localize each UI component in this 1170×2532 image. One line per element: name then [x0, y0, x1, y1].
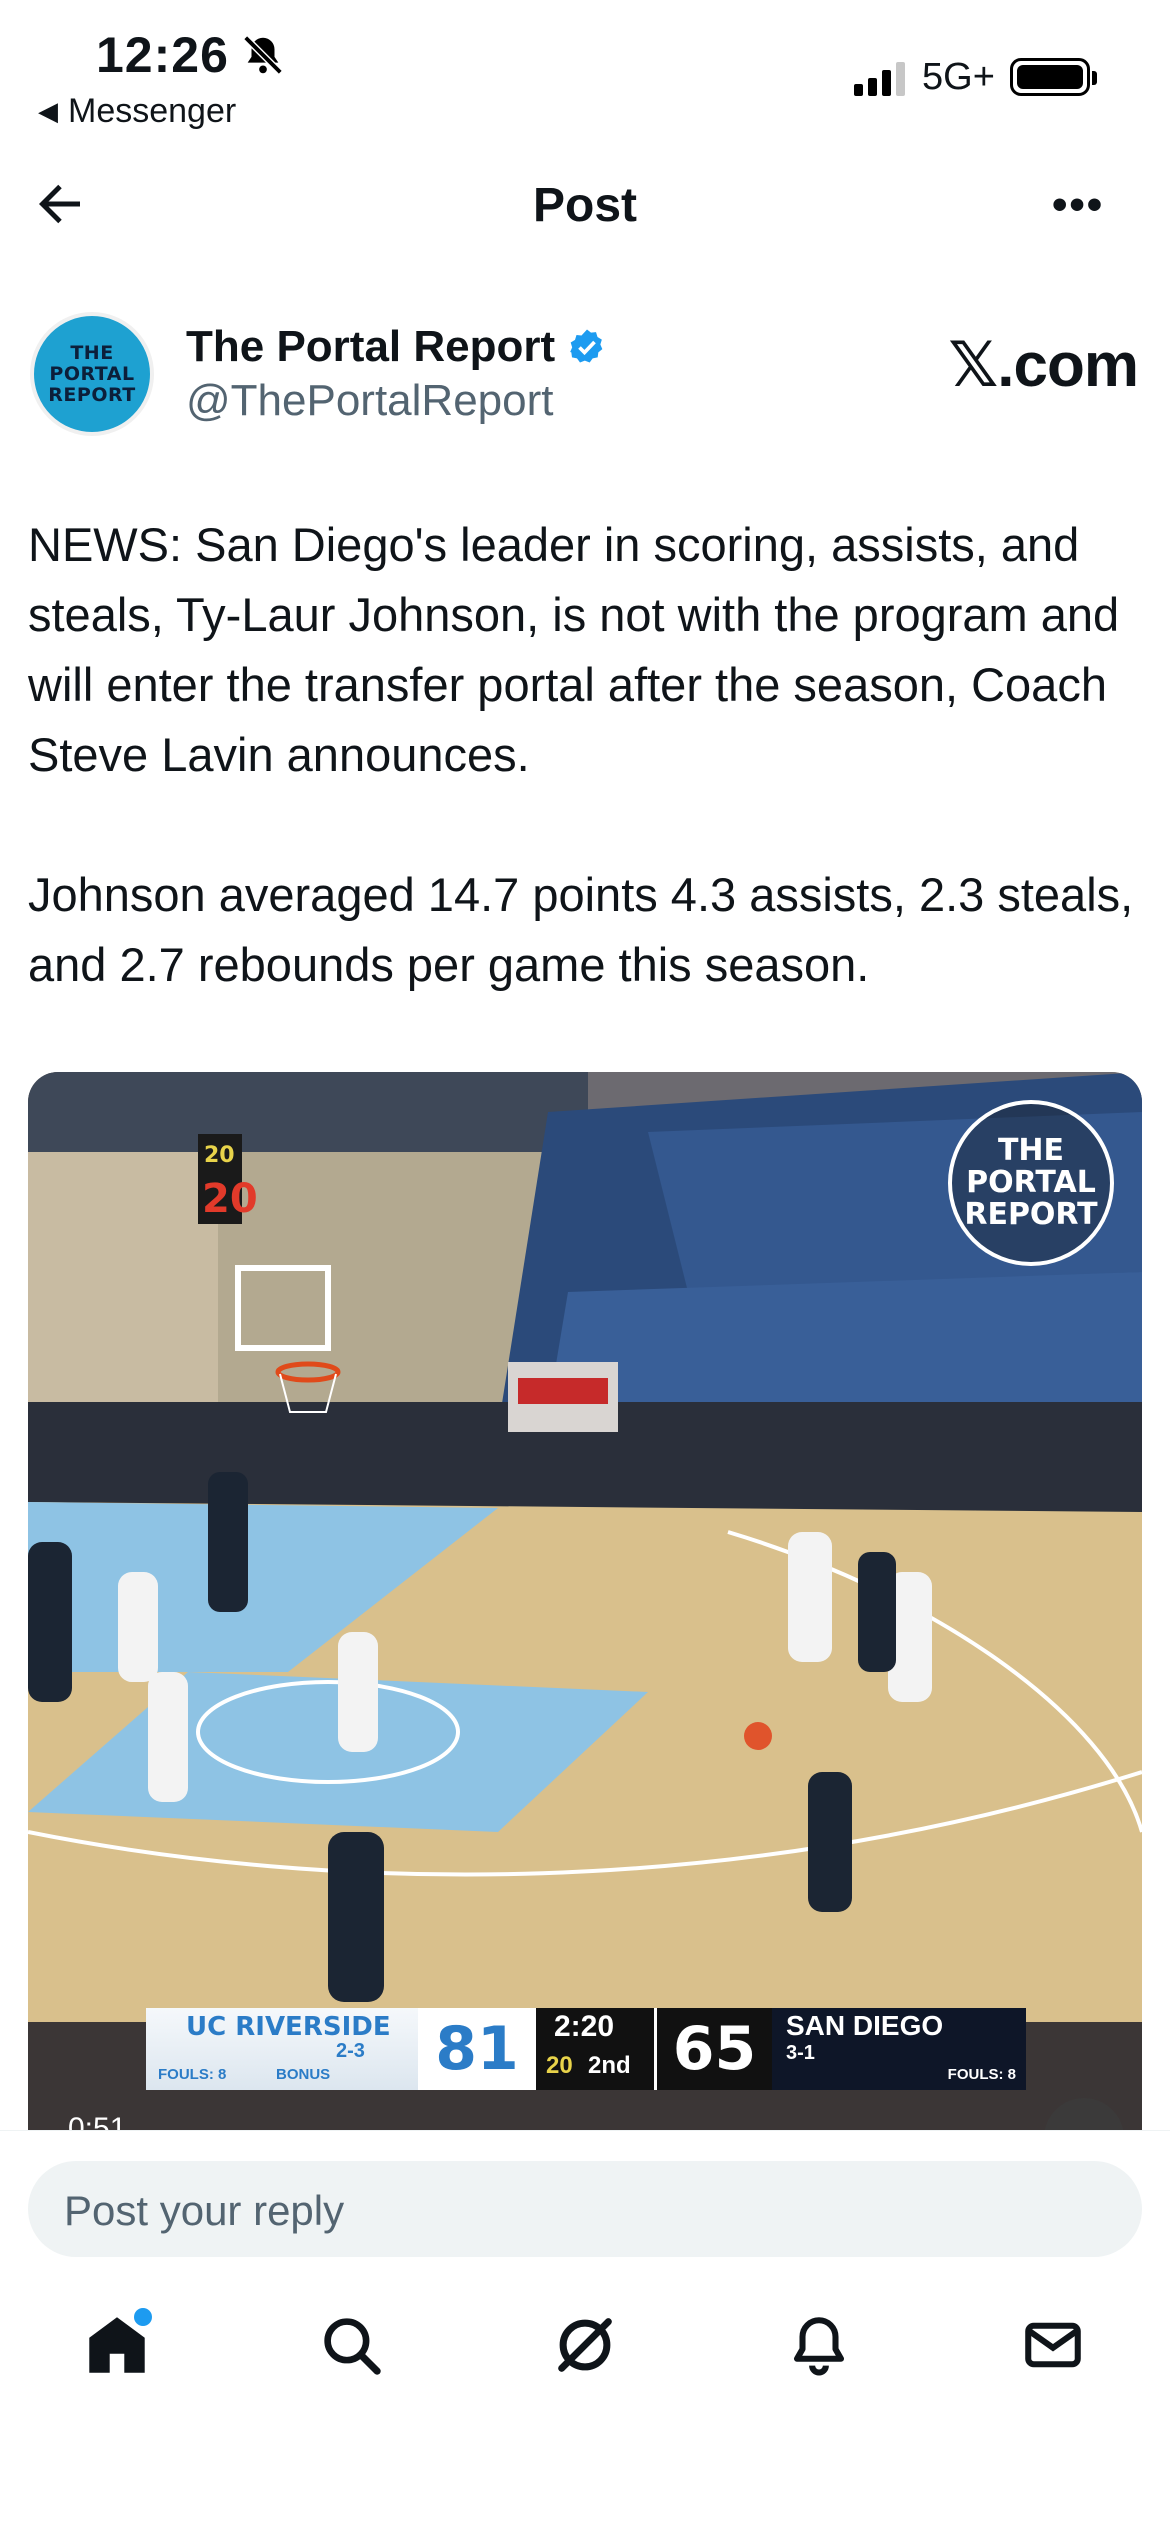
scoreboard: UC RIVERSIDE 2-3 FOULS: 8 BONUS 81 2:20 …: [146, 2008, 1026, 2090]
post-paragraph: NEWS: San Diego's leader in scoring, ass…: [28, 518, 1120, 781]
post-text: NEWS: San Diego's leader in scoring, ass…: [28, 510, 1138, 1070]
page-title: Post: [532, 179, 637, 232]
team1-name: UC RIVERSIDE: [186, 2012, 391, 2042]
status-bar: 12:26 ◀ Messenger 5G+: [0, 0, 1170, 140]
notifications-icon[interactable]: [774, 2300, 864, 2390]
post-author: THE PORTAL REPORT The Portal Report @The…: [28, 312, 1148, 442]
scoreboard-team1: UC RIVERSIDE 2-3 FOULS: 8 BONUS: [146, 2008, 418, 2090]
reply-placeholder: Post your reply: [64, 2187, 345, 2234]
watermark-line: PORTAL: [966, 1165, 1096, 1200]
battery-icon: [1010, 58, 1097, 96]
verified-badge-icon: [570, 329, 603, 363]
watermark-line: REPORT: [964, 1197, 1098, 1232]
reply-bar: Post your reply: [0, 2130, 1170, 2260]
status-time: 12:26: [96, 27, 229, 83]
author-handle[interactable]: @ThePortalReport: [186, 376, 554, 426]
shot-clock: 20: [202, 1176, 258, 1222]
game-clock: 2:20 20 2nd: [536, 2008, 654, 2090]
source-label: 𝕏.com: [948, 331, 1139, 400]
team1-record: 2-3: [336, 2040, 365, 2062]
clock-time: 2:20: [554, 2010, 615, 2043]
author-name[interactable]: The Portal Report: [186, 322, 607, 372]
search-icon[interactable]: [306, 2300, 396, 2390]
avatar-text-line: THE: [70, 341, 114, 364]
bottom-tab-bar: [0, 2300, 1170, 2410]
post-paragraph: Johnson averaged 14.7 points 4.3 assists…: [28, 868, 1134, 991]
team1-fouls: FOULS: 8: [158, 2066, 227, 2083]
avatar-text-line: REPORT: [48, 383, 136, 406]
grok-icon[interactable]: [540, 2300, 630, 2390]
portal-report-watermark: THE PORTAL REPORT: [948, 1100, 1114, 1266]
team1-score: 81: [418, 2008, 536, 2090]
avatar-text-line: PORTAL: [49, 362, 135, 385]
scoreboard-team2: SAN DIEGO 3-1 FOULS: 8: [772, 2008, 1026, 2090]
network-type: 5G+: [922, 56, 995, 98]
reply-input[interactable]: Post your reply: [28, 2161, 1142, 2257]
team1-bonus: BONUS: [276, 2066, 331, 2083]
clock-shot: 20: [546, 2052, 573, 2079]
shot-clock-top: 20: [204, 1143, 235, 1168]
home-notification-dot: [134, 2308, 152, 2326]
back-app-label: Messenger: [68, 92, 237, 130]
team2-name: SAN DIEGO: [786, 2010, 944, 2041]
back-triangle-icon: ◀: [38, 96, 58, 126]
post-header: Post •••: [0, 150, 1170, 260]
author-name-text: The Portal Report: [186, 322, 556, 371]
team2-score: 65: [654, 2008, 772, 2090]
more-icon[interactable]: •••: [1052, 180, 1104, 230]
post-video[interactable]: 20 20 THE PORTAL REPORT UC RIVERSIDE 2-3…: [28, 1072, 1142, 2142]
back-to-app-link[interactable]: ◀ Messenger: [38, 92, 236, 131]
bell-slash-icon: [243, 35, 283, 75]
signal-icon: [854, 62, 905, 96]
watermark-line: THE: [997, 1133, 1065, 1168]
clock-period: 2nd: [588, 2052, 631, 2079]
messages-icon[interactable]: [1008, 2300, 1098, 2390]
avatar[interactable]: THE PORTAL REPORT: [30, 312, 154, 436]
team2-record: 3-1: [786, 2042, 815, 2064]
team2-fouls: FOULS: 8: [947, 2066, 1016, 2083]
